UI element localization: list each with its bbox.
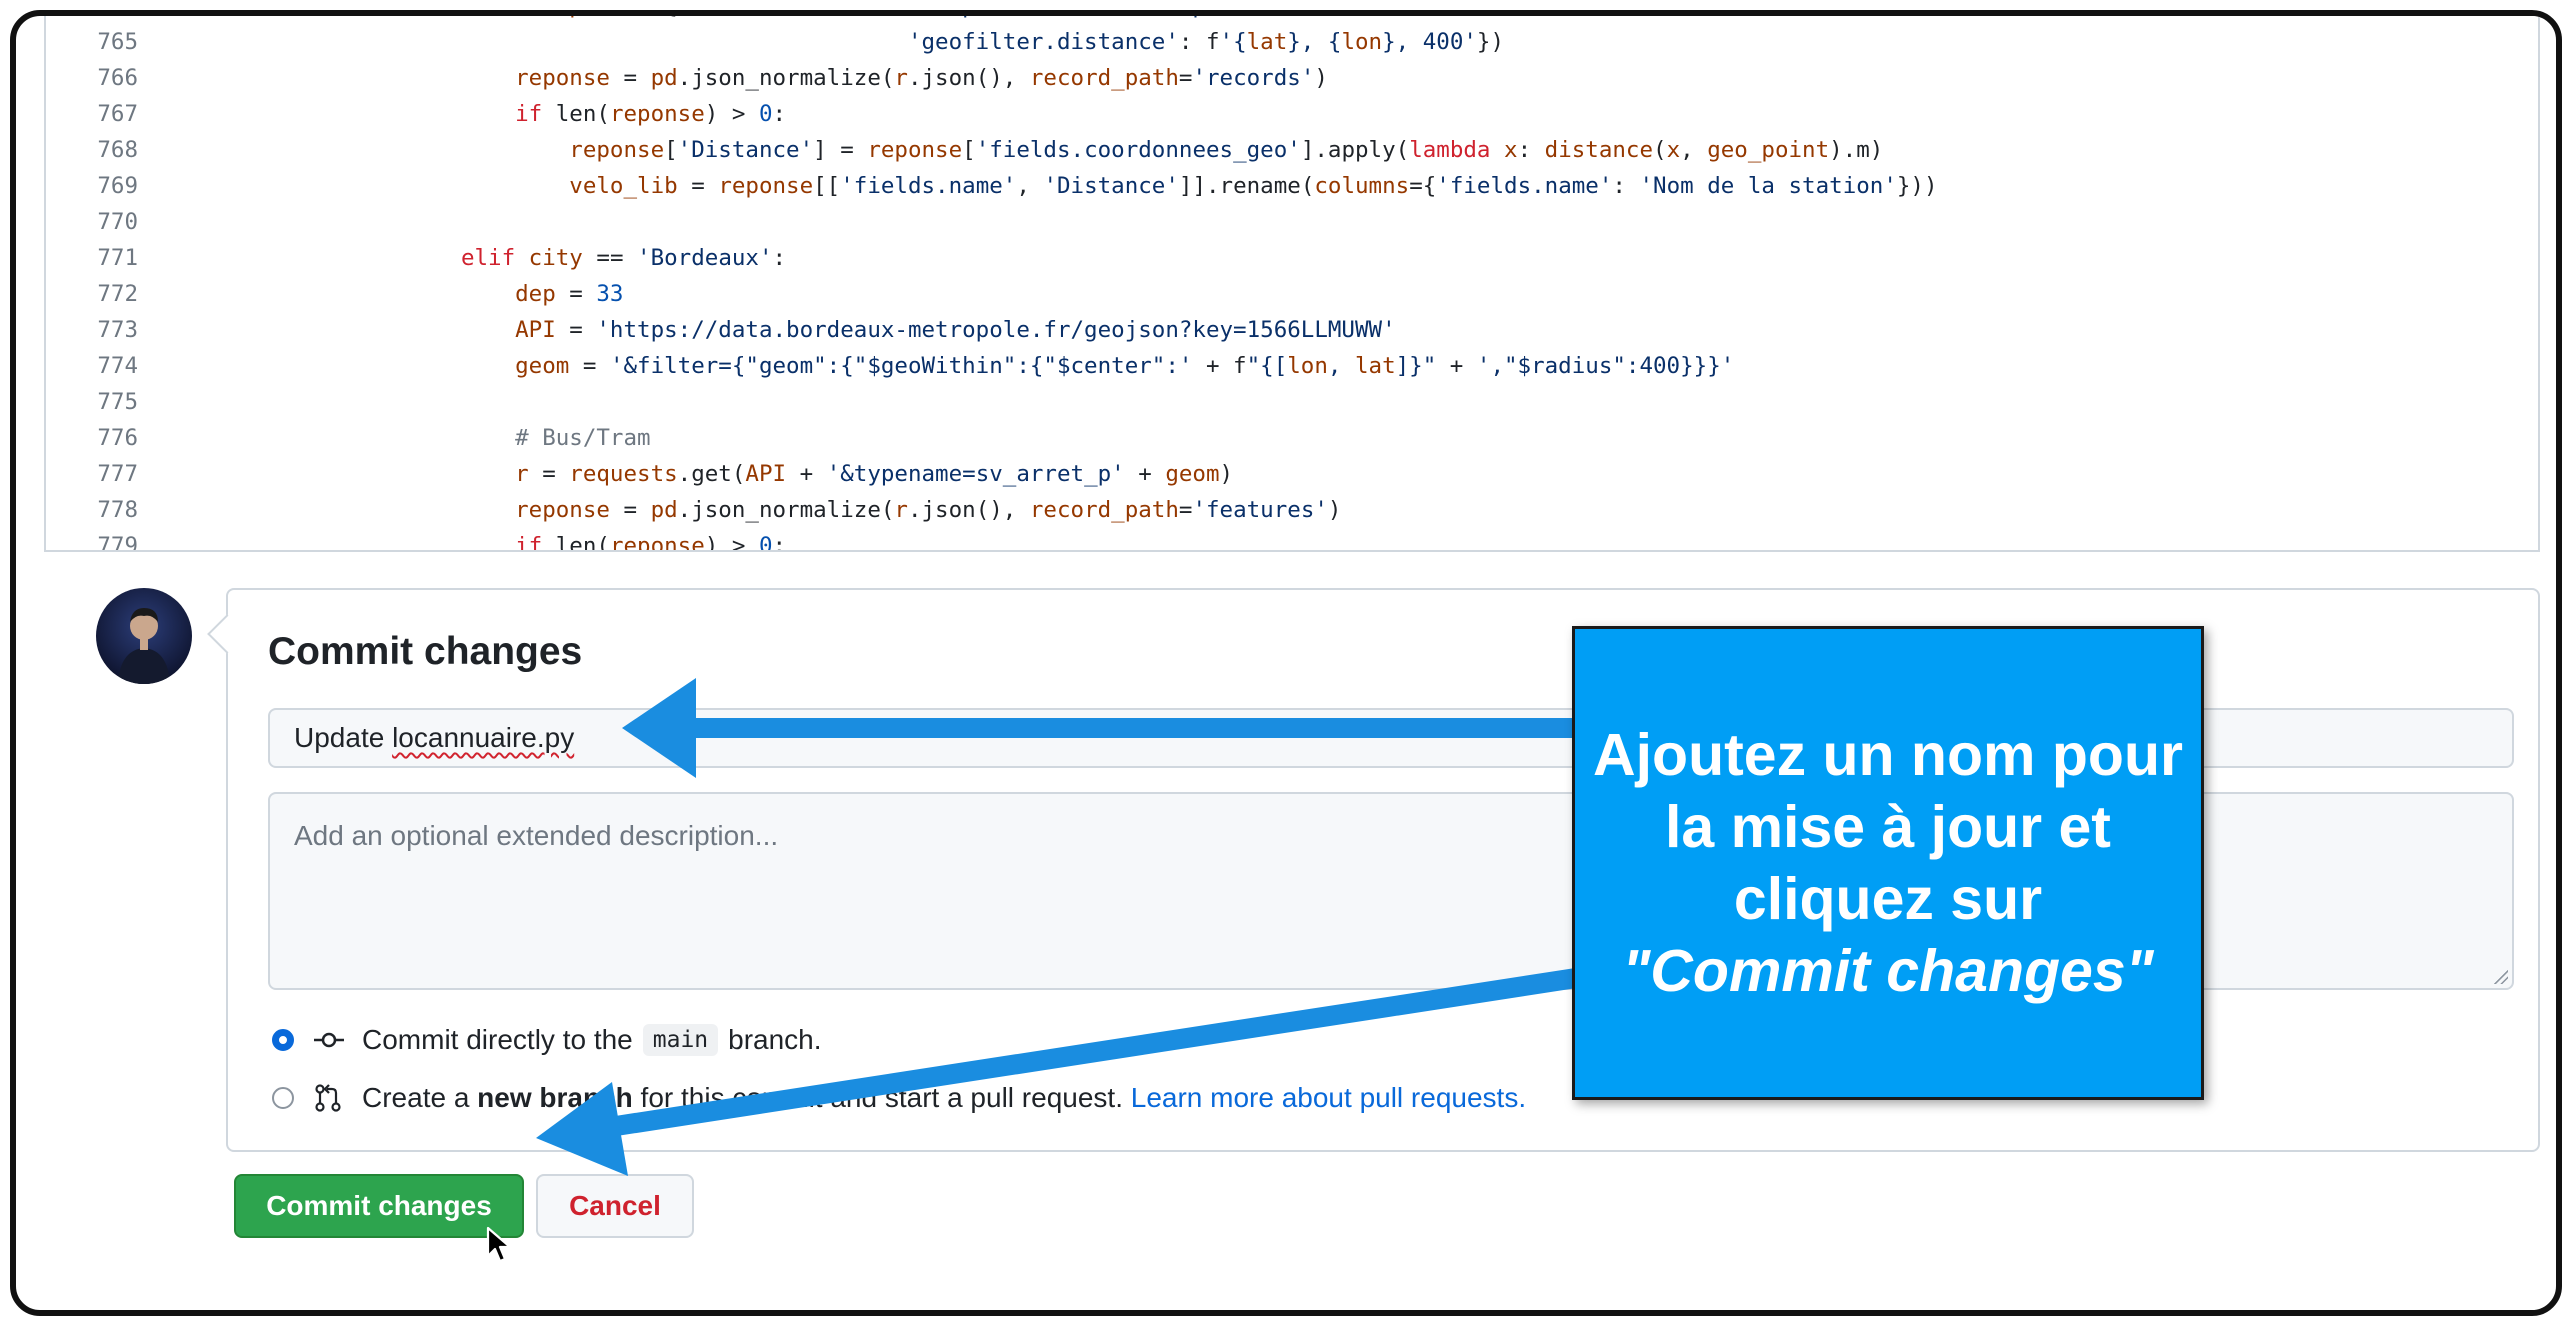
screenshot-frame: 764 params={'dataset': 'velib-disponibil… <box>10 10 2562 1316</box>
radio-direct[interactable] <box>272 1029 294 1051</box>
code-line: 771 elif city == 'Bordeaux': <box>46 240 2538 276</box>
code-line: 765 'geofilter.distance': f'{lat}, {lon}… <box>46 24 2538 60</box>
resize-grip-icon[interactable] <box>2492 968 2508 984</box>
option-direct-after: branch. <box>728 1024 822 1055</box>
callout-line-4-wrap: "Commit changes" <box>1593 935 2183 1007</box>
line-content: if len(reponse) > 0: <box>515 101 787 127</box>
code-line: 766 reponse = pd.json_normalize(r.json()… <box>46 60 2538 96</box>
code-line: 767 if len(reponse) > 0: <box>46 96 2538 132</box>
line-content: reponse = pd.json_normalize(r.json(), re… <box>515 497 1342 523</box>
cancel-button[interactable]: Cancel <box>536 1174 694 1238</box>
line-content: geom = '&filter={"geom":{"$geoWithin":{"… <box>515 353 1735 379</box>
line-number[interactable]: 774 <box>46 348 138 384</box>
line-content: if len(reponse) > 0: <box>515 533 787 552</box>
line-content: # Bus/Tram <box>515 425 651 451</box>
line-number[interactable]: 777 <box>46 456 138 492</box>
annotation-callout: Ajoutez un nom pour la mise à jour et cl… <box>1572 626 2204 1100</box>
mouse-cursor-icon <box>486 1226 512 1263</box>
code-line: 770 <box>46 204 2538 240</box>
code-line: 768 reponse['Distance'] = reponse['field… <box>46 132 2538 168</box>
line-content: API = 'https://data.bordeaux-metropole.f… <box>515 317 1396 343</box>
code-line: 769 velo_lib = reponse[['fields.name', '… <box>46 168 2538 204</box>
commit-message-prefix: Update <box>294 722 393 753</box>
git-pull-request-icon <box>315 1084 341 1112</box>
line-content: r = requests.get(API + '&typename=sv_arr… <box>515 461 1234 487</box>
line-content: velo_lib = reponse[['fields.name', 'Dist… <box>569 173 1938 199</box>
branch-name: main <box>642 1024 719 1056</box>
code-line: 777 r = requests.get(API + '&typename=sv… <box>46 456 2538 492</box>
code-line: 779 if len(reponse) > 0: <box>46 528 2538 552</box>
line-number[interactable]: 766 <box>46 60 138 96</box>
code-line: 775 <box>46 384 2538 420</box>
line-number[interactable]: 776 <box>46 420 138 456</box>
commit-changes-button[interactable]: Commit changes <box>234 1174 524 1238</box>
git-commit-icon <box>314 1032 344 1048</box>
avatar[interactable] <box>96 588 192 684</box>
line-number[interactable]: 773 <box>46 312 138 348</box>
line-content <box>190 384 461 420</box>
option-new-middle: for this commit and start a pull request… <box>632 1082 1131 1113</box>
line-number[interactable]: 768 <box>46 132 138 168</box>
commit-title: Commit changes <box>268 630 583 673</box>
option-new-before: Create a <box>362 1082 478 1113</box>
line-number[interactable]: 769 <box>46 168 138 204</box>
line-content <box>190 204 461 240</box>
commit-message-file: locannuaire.py <box>392 722 575 753</box>
option-new-bold: new branch <box>477 1082 633 1113</box>
line-content: params={'dataset': 'velib-disponibilite-… <box>190 16 1314 24</box>
line-content: elif city == 'Bordeaux': <box>460 245 787 271</box>
callout-line-2: la mise à jour et <box>1665 794 2111 860</box>
line-number[interactable]: 775 <box>46 384 138 420</box>
line-number[interactable]: 765 <box>46 24 138 60</box>
line-number[interactable]: 764 <box>46 16 138 24</box>
avatar-person-icon <box>118 608 170 684</box>
line-number[interactable]: 771 <box>46 240 138 276</box>
radio-new-branch[interactable] <box>272 1087 294 1109</box>
line-number[interactable]: 779 <box>46 528 138 550</box>
line-number[interactable]: 778 <box>46 492 138 528</box>
learn-more-link[interactable]: Learn more about pull requests. <box>1131 1082 1526 1114</box>
callout-line-3: cliquez sur <box>1733 866 2043 932</box>
code-line: 772 dep = 33 <box>46 276 2538 312</box>
line-number[interactable]: 767 <box>46 96 138 132</box>
code-line: 776 # Bus/Tram <box>46 420 2538 456</box>
option-direct-text: Commit directly to the <box>362 1024 633 1055</box>
option-new-branch[interactable]: Create a new branch for this commit and … <box>272 1078 1526 1118</box>
code-viewer: 764 params={'dataset': 'velib-disponibil… <box>44 16 2540 552</box>
code-line: 764 params={'dataset': 'velib-disponibil… <box>46 16 2538 24</box>
line-number[interactable]: 772 <box>46 276 138 312</box>
callout-line-4: "Commit changes" <box>1622 938 2154 1004</box>
code-line: 774 geom = '&filter={"geom":{"$geoWithin… <box>46 348 2538 384</box>
line-content: reponse = pd.json_normalize(r.json(), re… <box>515 65 1328 91</box>
code-line: 778 reponse = pd.json_normalize(r.json()… <box>46 492 2538 528</box>
code-line: 773 API = 'https://data.bordeaux-metropo… <box>46 312 2538 348</box>
line-content: dep = 33 <box>515 281 624 307</box>
option-commit-direct[interactable]: Commit directly to the main branch. <box>272 1020 822 1060</box>
description-placeholder: Add an optional extended description... <box>294 820 779 851</box>
line-content: reponse['Distance'] = reponse['fields.co… <box>569 137 1884 163</box>
code-lines: 764 params={'dataset': 'velib-disponibil… <box>46 16 2538 552</box>
line-number[interactable]: 770 <box>46 204 138 240</box>
line-content: 'geofilter.distance': f'{lat}, {lon}, 40… <box>907 29 1505 55</box>
callout-line-1: Ajoutez un nom pour <box>1593 722 2183 788</box>
